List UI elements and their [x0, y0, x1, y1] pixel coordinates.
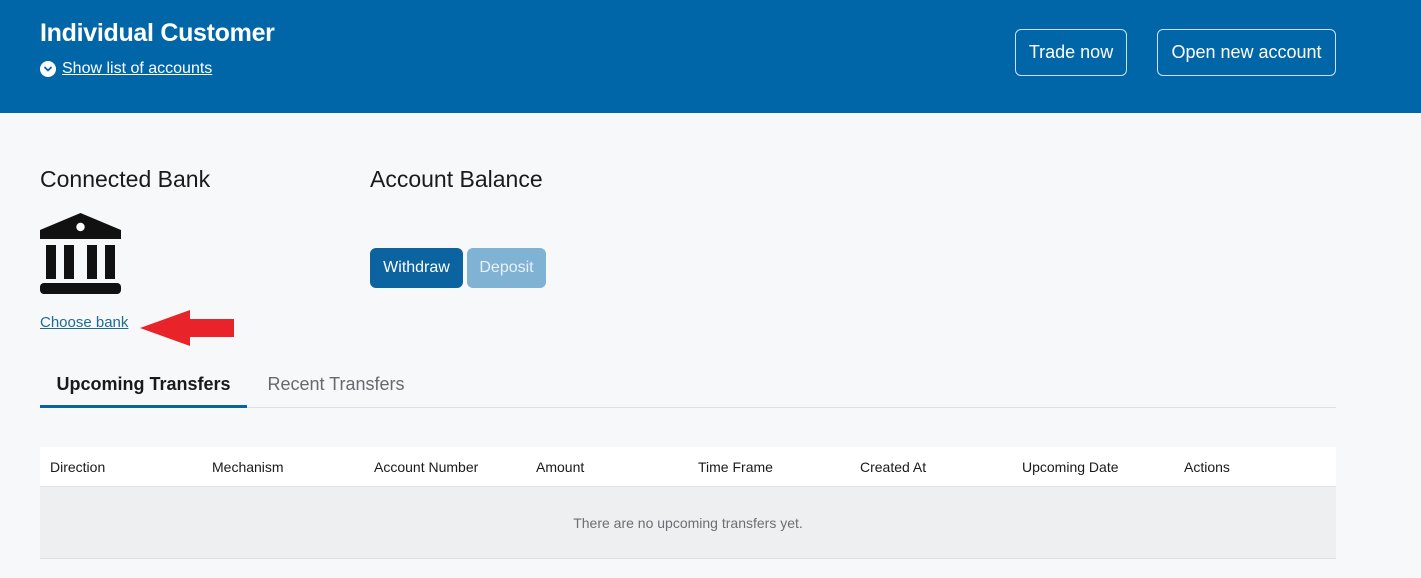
chevron-down-icon	[40, 61, 56, 77]
open-new-account-button[interactable]: Open new account	[1157, 29, 1336, 76]
bank-icon	[40, 213, 121, 294]
table-header-row: Direction Mechanism Account Number Amoun…	[40, 447, 1336, 487]
column-header-direction: Direction	[50, 459, 106, 475]
tab-recent-transfers[interactable]: Recent Transfers	[247, 364, 425, 408]
column-header-amount: Amount	[536, 459, 585, 475]
deposit-button[interactable]: Deposit	[467, 248, 546, 288]
transfers-table: Direction Mechanism Account Number Amoun…	[40, 447, 1336, 559]
page-header: Individual Customer Show list of account…	[0, 0, 1421, 113]
show-accounts-link[interactable]: Show list of accounts	[40, 60, 212, 78]
column-header-mechanism: Mechanism	[212, 459, 284, 475]
choose-bank-link[interactable]: Choose bank	[40, 314, 128, 331]
column-header-upcoming-date: Upcoming Date	[1022, 459, 1119, 475]
transfer-tabs: Upcoming Transfers Recent Transfers	[40, 364, 1336, 408]
empty-state-message: There are no upcoming transfers yet.	[40, 487, 1336, 559]
column-header-actions: Actions	[1184, 459, 1230, 475]
column-header-time-frame: Time Frame	[698, 459, 773, 475]
tab-upcoming-transfers[interactable]: Upcoming Transfers	[40, 364, 247, 408]
column-header-created-at: Created At	[860, 459, 927, 475]
column-header-account-number: Account Number	[374, 459, 479, 475]
page-title: Individual Customer	[40, 19, 275, 47]
red-arrow-icon	[140, 310, 234, 346]
withdraw-button[interactable]: Withdraw	[370, 248, 463, 288]
connected-bank-title: Connected Bank	[40, 166, 211, 192]
account-balance-title: Account Balance	[370, 166, 543, 192]
trade-now-button[interactable]: Trade now	[1015, 29, 1127, 76]
show-accounts-label: Show list of accounts	[62, 60, 213, 77]
